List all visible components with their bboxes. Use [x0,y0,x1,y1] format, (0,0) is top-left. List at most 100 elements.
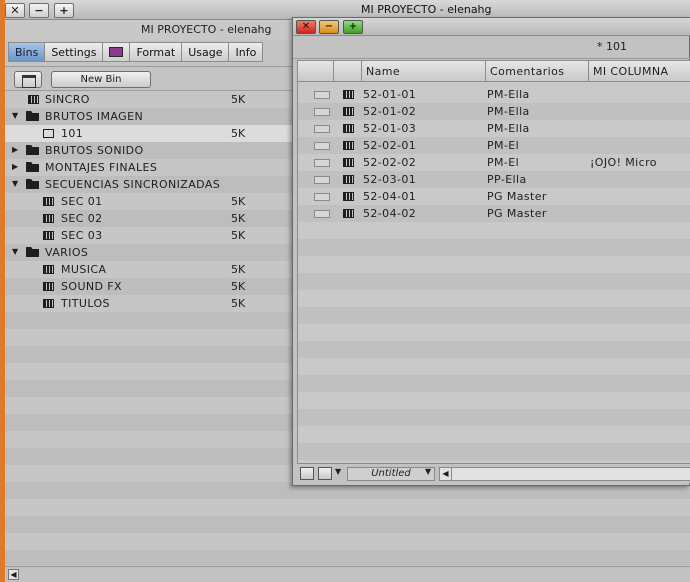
clip-icon [343,124,354,133]
clip-mi-columna: ¡OJO! Micro [590,156,657,169]
table-row[interactable]: 52-04-01 PG Master [298,188,690,205]
clip-comentarios: PM-Ella [487,105,530,118]
tab-settings[interactable]: Settings [45,42,104,62]
divider [293,58,690,59]
clip-name: 52-03-01 [363,173,417,186]
bin-bottom-bar: ▼ Untitled ▼ ◀ [297,463,690,483]
tree-label: SINCRO [45,93,90,106]
tab-format[interactable]: Format [130,42,183,62]
tab-usage[interactable]: Usage [182,42,230,62]
column-header-icon[interactable] [334,61,362,82]
folder-open-icon [26,179,39,189]
bin-titlebar: ✕ − + [293,18,690,36]
tree-size: 5K [231,280,246,293]
triangle-right-icon[interactable]: ▶ [12,162,22,172]
tree-label: TITULOS [61,297,110,310]
tree-label: MUSICA [61,263,107,276]
triangle-down-icon[interactable]: ▼ [12,111,22,121]
horizontal-scrollbar[interactable]: ◀ [5,566,690,582]
triangle-down-icon[interactable]: ▼ [12,179,22,189]
tree-label: SEC 03 [61,229,103,242]
clip-table: Name Comentarios MI COLUMNA 52-01-01 PM-… [297,60,690,463]
tree-size: 5K [231,229,246,242]
tree-size: 5K [231,212,246,225]
clip-comentarios: PM-Ella [487,122,530,135]
close-icon[interactable]: ✕ [5,3,25,18]
bin-window: ✕ − + * 101 Name Comentarios MI COLUMNA … [292,17,690,486]
table-header: Name Comentarios MI COLUMNA [298,61,690,82]
bin-icon [43,214,54,223]
bin-horizontal-scrollbar[interactable]: ◀ [439,467,690,481]
tab-effects[interactable] [103,42,131,62]
clip-comentarios: PP-Ella [487,173,527,186]
maximize-icon[interactable]: + [343,20,363,34]
folder-closed-icon [26,162,39,172]
maximize-icon[interactable]: + [54,3,74,18]
column-header-name[interactable]: Name [362,61,486,82]
column-header-mi-columna[interactable]: MI COLUMNA [589,61,690,82]
view-mode-icon[interactable] [318,467,332,480]
tree-size: 5K [231,297,246,310]
clip-name: 52-04-01 [363,190,417,203]
folder-open-icon [26,247,39,257]
clip-icon [343,175,354,184]
minimize-icon[interactable]: − [319,20,339,34]
tree-size: 5K [231,127,246,140]
table-row[interactable]: 52-02-02 PM-El ¡OJO! Micro [298,154,690,171]
clip-icon [343,209,354,218]
scroll-left-icon[interactable]: ◀ [8,569,19,580]
clip-icon [343,90,354,99]
triangle-down-icon[interactable]: ▼ [12,247,22,257]
tree-label: BRUTOS SONIDO [45,144,144,157]
new-bin-button[interactable]: New Bin [51,71,151,88]
clip-comentarios: PG Master [487,190,547,203]
table-row[interactable]: 52-01-02 PM-Ella [298,103,690,120]
table-row[interactable]: 52-04-02 PG Master [298,205,690,222]
bin-icon [43,231,54,240]
bin-view-menu[interactable]: Untitled [347,467,435,481]
clip-name: 52-01-03 [363,122,417,135]
color-swatch [314,91,330,99]
tab-bins[interactable]: Bins [8,42,46,62]
color-swatch [314,193,330,201]
bin-view-dropdown-icon[interactable]: ▼ [425,467,435,476]
column-header-comentarios[interactable]: Comentarios [486,61,589,82]
table-row[interactable]: 52-01-01 PM-Ella [298,86,690,103]
tab-info[interactable]: Info [229,42,264,62]
window-title: MI PROYECTO - elenahg [361,3,492,16]
project-name: MI PROYECTO - elenahg [141,23,272,36]
clip-icon [343,158,354,167]
color-swatch [314,159,330,167]
triangle-right-icon[interactable]: ▶ [12,145,22,155]
close-icon[interactable]: ✕ [296,20,316,34]
view-mode-dropdown-icon[interactable]: ▼ [335,467,345,476]
clip-icon [343,192,354,201]
project-tabs: Bins Settings Format Usage Info [8,42,264,63]
scroll-left-icon[interactable]: ◀ [440,468,452,480]
table-row[interactable]: 52-01-03 PM-Ella [298,120,690,137]
tree-size: 5K [231,263,246,276]
bin-icon [43,265,54,274]
clip-icon [343,141,354,150]
table-row[interactable]: 52-03-01 PP-Ella [298,171,690,188]
minimize-icon[interactable]: − [29,3,49,18]
bin-icon [28,95,39,104]
column-header-swatch[interactable] [298,61,334,82]
color-swatch [314,176,330,184]
bin-menu-icon[interactable] [300,467,314,480]
color-swatch [314,108,330,116]
bin-icon [43,197,54,206]
bin-icon [43,299,54,308]
bin-view-icon[interactable] [14,71,42,88]
tree-label: BRUTOS IMAGEN [45,110,144,123]
color-swatch [314,142,330,150]
color-swatch [314,125,330,133]
table-row[interactable]: 52-02-01 PM-El [298,137,690,154]
tree-label: SEC 01 [61,195,103,208]
tree-size: 5K [231,93,246,106]
clip-name: 52-01-02 [363,105,417,118]
clip-icon [343,107,354,116]
tree-label: SECUENCIAS SINCRONIZADAS [45,178,221,191]
bin-icon [43,282,54,291]
clip-comentarios: PG Master [487,207,547,220]
